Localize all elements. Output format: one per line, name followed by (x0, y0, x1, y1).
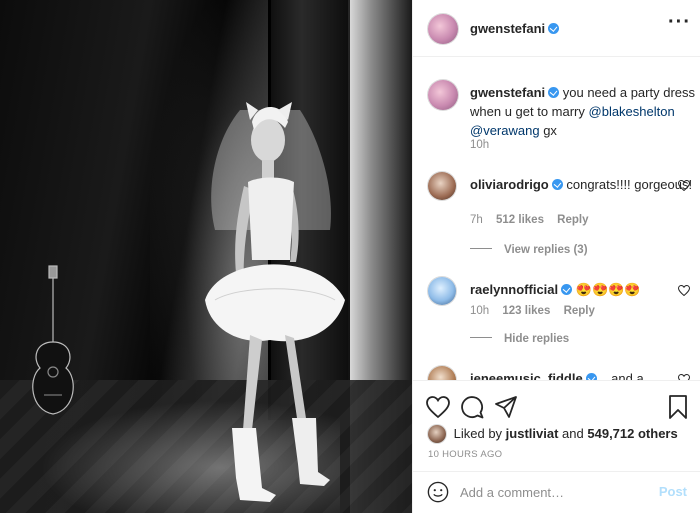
comment-likes[interactable]: 123 likes (502, 305, 550, 317)
guitar-shape (32, 265, 74, 415)
comment-time[interactable]: 10h (470, 305, 489, 317)
caption-username-text[interactable]: gwenstefani (470, 85, 545, 100)
comment-text-block: jeneemusic_fiddle ...and a (470, 369, 695, 380)
author-username[interactable]: gwenstefani (470, 21, 560, 36)
view-replies-label[interactable]: View replies (3) (504, 244, 588, 256)
caption-username[interactable]: gwenstefani (470, 85, 560, 100)
comment-likes[interactable]: 512 likes (496, 214, 544, 226)
heart-icon[interactable] (678, 180, 690, 191)
post-button[interactable]: Post (659, 484, 687, 499)
hide-replies-label[interactable]: Hide replies (504, 333, 569, 345)
emoji-icon[interactable] (427, 481, 449, 503)
caption-meta: 10h (470, 139, 499, 151)
verified-badge-icon (561, 284, 573, 295)
author-avatar[interactable] (428, 14, 458, 44)
share-icon[interactable] (494, 395, 518, 419)
verified-badge-icon (551, 179, 563, 190)
verified-badge-icon (548, 23, 560, 34)
caption-suffix: gx (543, 123, 557, 138)
author-username-text[interactable]: gwenstefani (470, 21, 545, 36)
comment-avatar[interactable] (428, 172, 456, 200)
post-header: gwenstefani ··· (413, 0, 700, 57)
comments-list[interactable]: gwenstefani you need a party dress when … (413, 58, 700, 380)
photo-figure (32, 102, 345, 502)
comment-avatar[interactable] (428, 277, 456, 305)
comment-bubble-icon[interactable] (460, 395, 484, 419)
comment-text-block: oliviarodrigo congrats!!!! gorgeous! (470, 175, 695, 194)
replies-line (470, 337, 492, 338)
comment-text: congrats!!!! gorgeous! (566, 177, 693, 192)
comment-text-block: raelynnofficial 😍😍😍😍 (470, 280, 695, 299)
verified-badge-icon (548, 87, 560, 98)
liked-by-prefix: Liked by (453, 426, 503, 441)
comment-username[interactable]: oliviarodrigo (470, 177, 563, 192)
replies-line (470, 248, 492, 249)
post-timestamp[interactable]: 10 HOURS AGO (428, 449, 502, 460)
comment-avatar[interactable] (428, 366, 456, 380)
comment-meta: 7h 512 likes Reply (470, 214, 599, 226)
comment-username-text[interactable]: raelynnofficial (470, 282, 558, 297)
caption-text-block: gwenstefani you need a party dress when … (470, 83, 695, 140)
post-photo[interactable] (0, 0, 412, 513)
reply-button[interactable]: Reply (564, 305, 595, 317)
caption-avatar[interactable] (428, 80, 458, 110)
comment-meta: 10h 123 likes Reply (470, 305, 605, 317)
add-comment-bar: Post (413, 471, 700, 511)
bookmark-icon[interactable] (667, 395, 689, 419)
view-replies-button[interactable]: View replies (3) (470, 244, 588, 256)
post-panel: gwenstefani ··· gwenstefani you need a p… (412, 0, 700, 513)
comment-username[interactable]: raelynnofficial (470, 282, 573, 297)
caption-time[interactable]: 10h (470, 139, 489, 151)
liked-by-and: and (562, 426, 584, 441)
mention-link[interactable]: @blakeshelton (589, 104, 675, 119)
heart-icon[interactable] (678, 285, 690, 296)
comment-username-text[interactable]: oliviarodrigo (470, 177, 549, 192)
hide-replies-button[interactable]: Hide replies (470, 333, 569, 345)
verified-badge-icon (585, 373, 597, 380)
comment-time[interactable]: 7h (470, 214, 483, 226)
liked-by-others[interactable]: 549,712 others (587, 426, 677, 441)
reply-button[interactable]: Reply (557, 214, 588, 226)
comment-text: 😍😍😍😍 (575, 282, 641, 297)
more-horizontal-icon[interactable]: ··· (668, 12, 691, 32)
liked-by-avatar[interactable] (428, 425, 446, 443)
comment-input[interactable] (460, 483, 650, 501)
liked-by-user[interactable]: justliviat (506, 426, 559, 441)
mention-link[interactable]: @verawang (470, 123, 540, 138)
post-actions: Liked by justliviat and 549,712 others 1… (413, 380, 700, 510)
like-heart-icon[interactable] (426, 395, 450, 419)
comment-username[interactable]: jeneemusic_fiddle (470, 371, 597, 380)
liked-by: Liked by justliviat and 549,712 others (428, 425, 678, 443)
comment-username-text[interactable]: jeneemusic_fiddle (470, 371, 583, 380)
comment-text: ...and a (600, 371, 644, 380)
